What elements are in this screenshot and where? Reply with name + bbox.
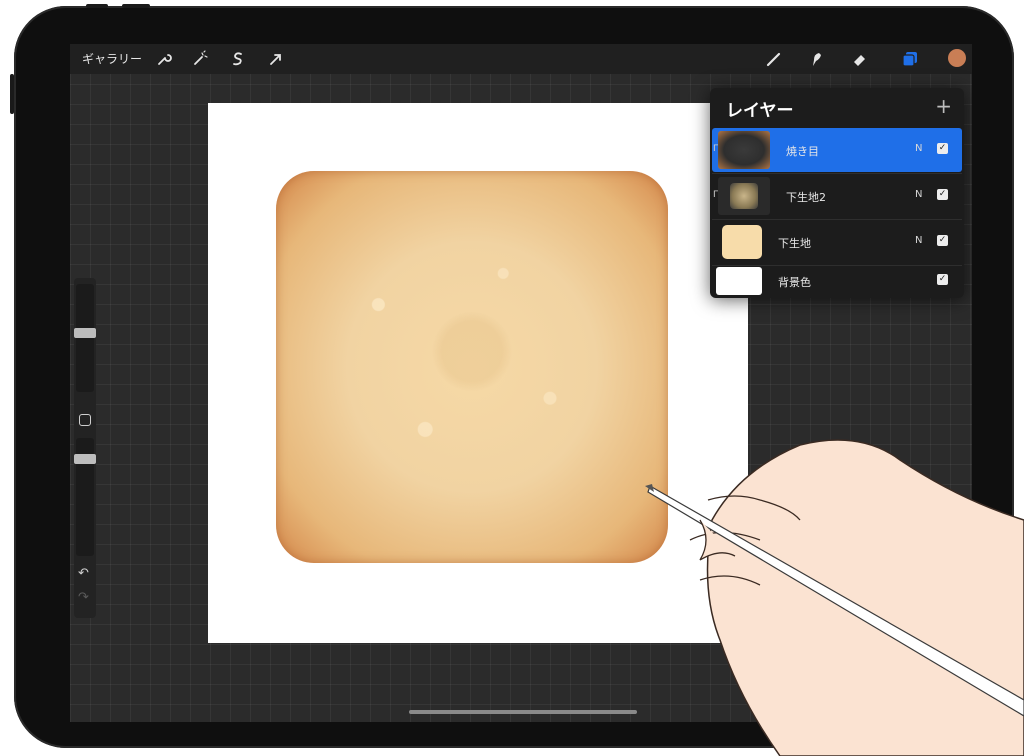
blend-mode-button[interactable]: N: [915, 189, 922, 200]
drawing-canvas[interactable]: [208, 103, 748, 643]
visibility-checkbox[interactable]: ✓: [937, 274, 948, 285]
ipad-frame: ギャラリー ↶ ↷ レイヤー + Γ 焼き目 N ✓ Γ 下生地2 N ✓ 下生…: [10, 4, 1014, 748]
visibility-checkbox[interactable]: ✓: [937, 143, 948, 154]
layer-thumbnail: [718, 131, 770, 169]
layer-name: 下生地: [778, 237, 811, 250]
layers-icon[interactable]: [900, 49, 920, 69]
layer-row[interactable]: 背景色 ✓: [712, 264, 962, 298]
layer-name: 焼き目: [786, 145, 819, 158]
left-sidebar: ↶ ↷: [74, 278, 96, 618]
toast-texture: [316, 211, 628, 523]
add-layer-button[interactable]: +: [935, 94, 952, 118]
home-indicator: [409, 710, 637, 714]
ipad-top-button-1: [86, 4, 108, 8]
layer-row[interactable]: 下生地 N ✓: [712, 220, 962, 264]
opacity-handle[interactable]: [74, 454, 96, 465]
blend-mode-button[interactable]: N: [915, 235, 922, 246]
selection-s-icon[interactable]: [228, 49, 248, 69]
layer-thumbnail: [718, 177, 770, 215]
redo-icon[interactable]: ↷: [78, 590, 89, 605]
smudge-icon[interactable]: [806, 49, 826, 69]
layer-name: 背景色: [778, 276, 811, 289]
brush-size-handle[interactable]: [74, 328, 96, 339]
wrench-icon[interactable]: [154, 49, 174, 69]
top-toolbar: ギャラリー: [70, 44, 972, 74]
layer-row[interactable]: Γ 下生地2 N ✓: [712, 174, 962, 218]
ipad-top-button-2: [122, 4, 150, 8]
visibility-checkbox[interactable]: ✓: [937, 235, 948, 246]
layer-name: 下生地2: [786, 191, 826, 204]
undo-icon[interactable]: ↶: [78, 566, 89, 581]
layers-panel-title: レイヤー: [726, 101, 794, 121]
magic-wand-icon[interactable]: [190, 49, 210, 69]
color-swatch[interactable]: [948, 49, 966, 67]
brush-size-slider[interactable]: [74, 284, 96, 392]
transform-arrow-icon[interactable]: [266, 49, 286, 69]
visibility-checkbox[interactable]: ✓: [937, 189, 948, 200]
toast-artwork: [276, 171, 668, 563]
layer-thumbnail: [718, 223, 770, 261]
ipad-side-button: [10, 74, 14, 114]
eraser-icon[interactable]: [850, 49, 870, 69]
gallery-button[interactable]: ギャラリー: [82, 50, 142, 67]
layer-thumbnail: [716, 267, 762, 295]
modify-button[interactable]: [79, 414, 91, 426]
brush-icon[interactable]: [764, 49, 784, 69]
procreate-screen: ギャラリー ↶ ↷ レイヤー + Γ 焼き目 N ✓ Γ 下生地2 N ✓ 下生…: [70, 44, 972, 722]
blend-mode-button[interactable]: N: [915, 143, 922, 154]
layer-row[interactable]: Γ 焼き目 N ✓: [712, 128, 962, 172]
layers-panel: レイヤー + Γ 焼き目 N ✓ Γ 下生地2 N ✓ 下生地 N ✓ 背景色 …: [710, 88, 964, 298]
opacity-slider[interactable]: [74, 438, 96, 556]
